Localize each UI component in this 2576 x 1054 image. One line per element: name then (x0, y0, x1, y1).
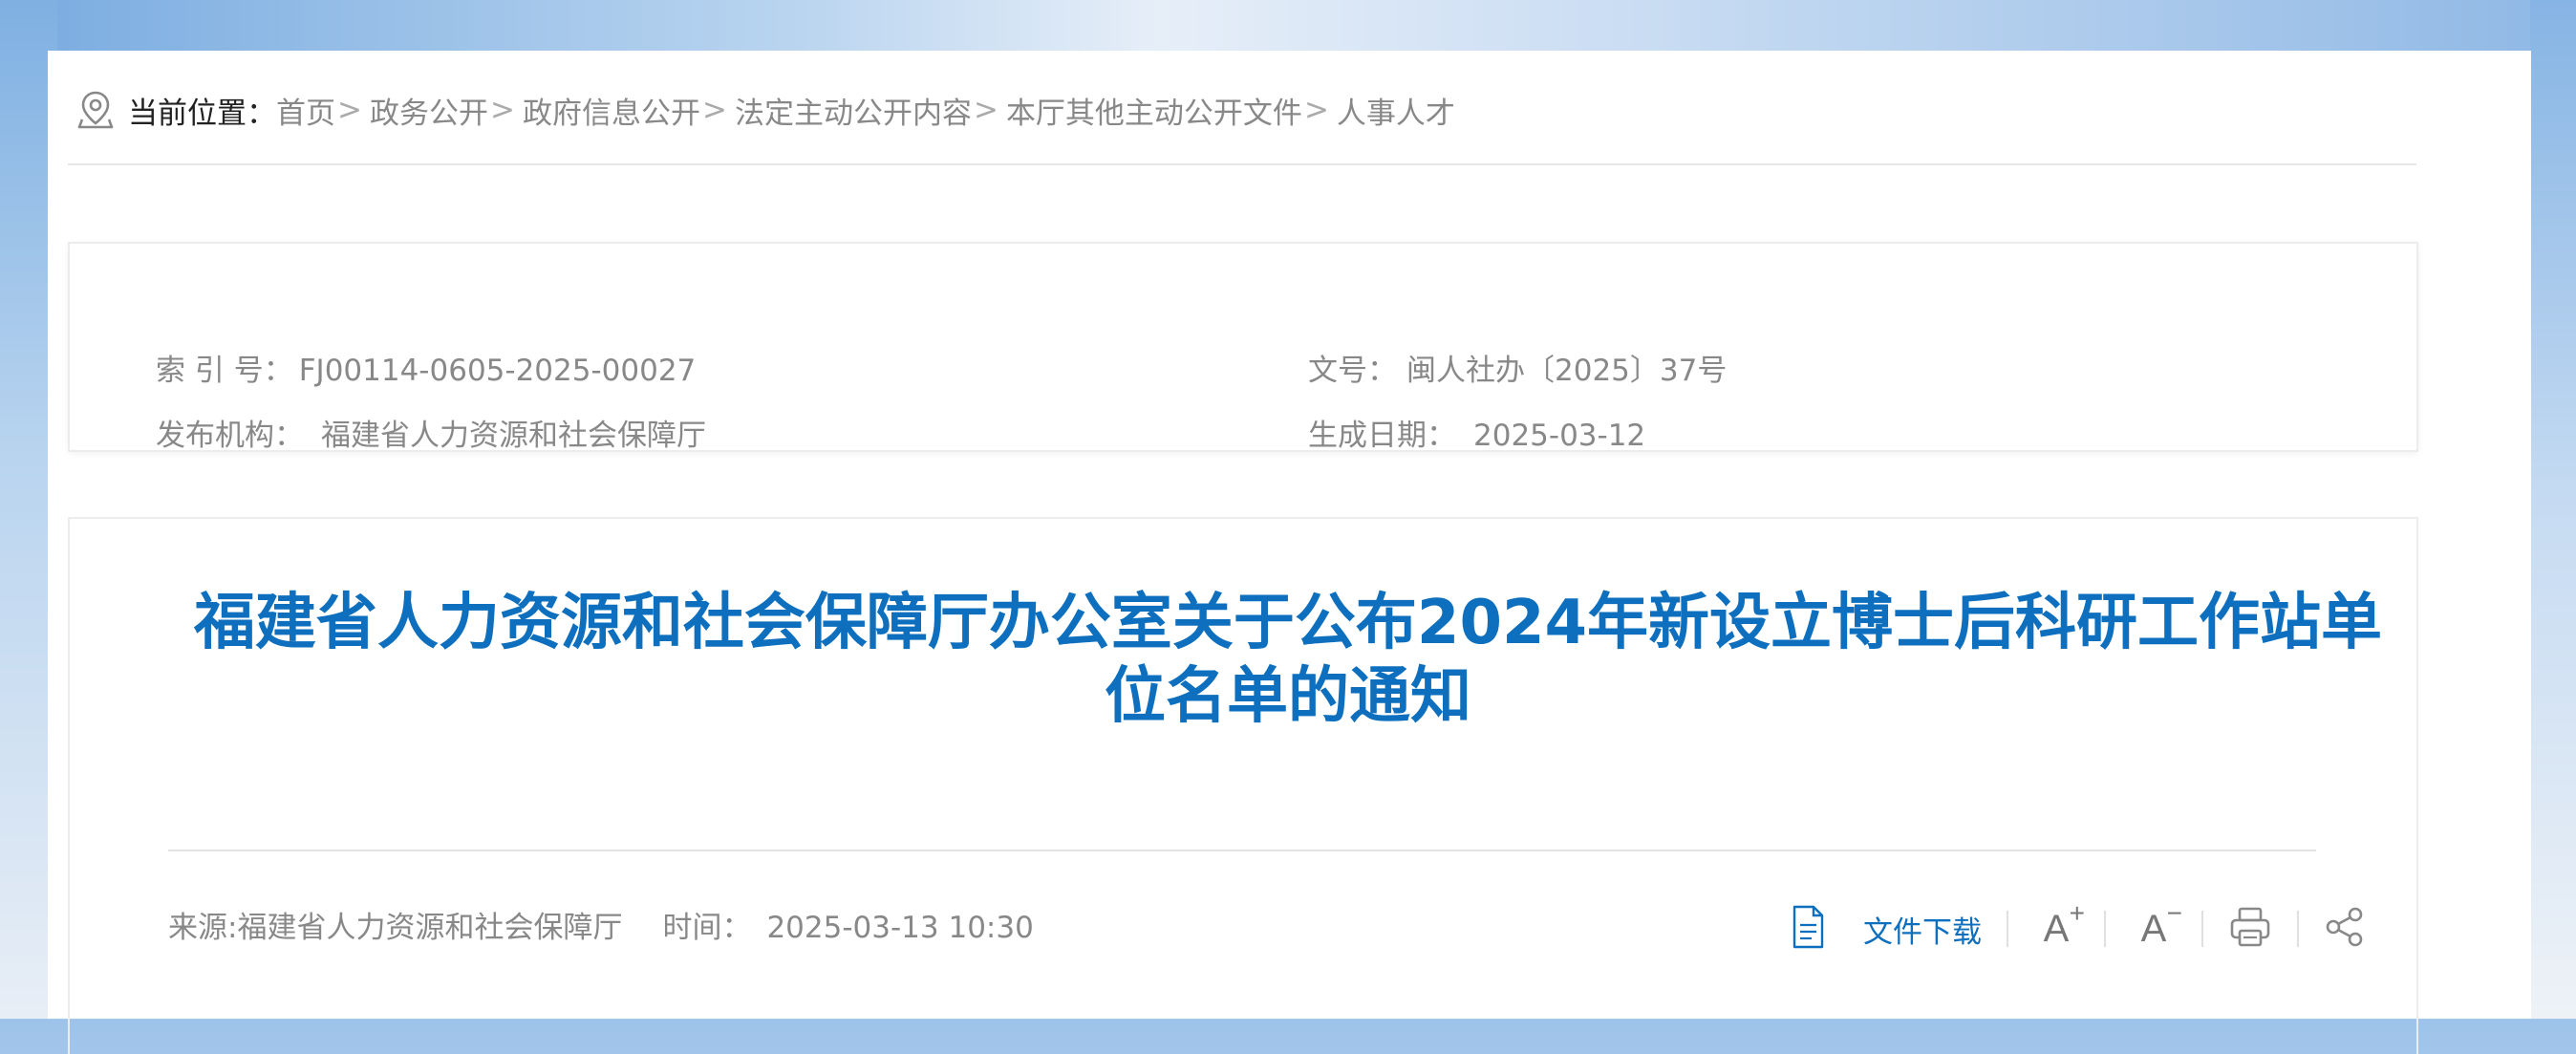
breadcrumb: 当前位置： 首页 > 政务公开 > 政府信息公开 > 法定主动公开内容 > 本厅… (76, 86, 1455, 134)
article-title-line-2: 位名单的通知 (1105, 661, 1471, 732)
index-number-row: 索 引 号： FJ00114-0605-2025-00027 (156, 346, 696, 389)
publisher-label: 发布机构： (156, 419, 304, 453)
background-sky-top (0, 0, 2576, 57)
file-download-button[interactable]: 文件下载 (1789, 904, 1982, 954)
file-download-label: 文件下载 (1863, 914, 1982, 950)
share-icon (2324, 906, 2366, 952)
publisher-row: 发布机构： 福建省人力资源和社会保障厅 (156, 411, 706, 454)
font-increase-icon: A + (2043, 898, 2085, 950)
generated-date-row: 生成日期： 2025-03-12 (1308, 411, 1645, 454)
breadcrumb-item-government-affairs[interactable]: 政务公开 (370, 89, 488, 132)
index-number-label: 索 引 号： (156, 354, 293, 388)
publish-time-value: 2025-03-13 10:30 (766, 911, 1034, 945)
document-number-value: 闽人社办〔2025〕37号 (1406, 354, 1728, 388)
generated-date-value: 2025-03-12 (1473, 419, 1646, 453)
breadcrumb-item-home[interactable]: 首页 (276, 89, 335, 132)
breadcrumb-label: 当前位置： (128, 96, 276, 131)
breadcrumb-separator: > (701, 93, 727, 127)
print-button[interactable] (2228, 906, 2272, 952)
breadcrumb-item-gov-info-disclosure[interactable]: 政府信息公开 (523, 89, 700, 132)
breadcrumb-separator: > (973, 93, 998, 127)
font-decrease-button[interactable]: A − (2131, 898, 2182, 952)
font-increase-button[interactable]: A + (2033, 898, 2085, 952)
article-toolbar: 文件下载 A + A − (1789, 898, 2366, 959)
toolbar-divider (2297, 911, 2299, 947)
document-icon (1789, 904, 1827, 954)
breadcrumb-item-personnel[interactable]: 人事人才 (1337, 89, 1455, 132)
breadcrumb-item-statutory-disclosure[interactable]: 法定主动公开内容 (735, 89, 972, 132)
breadcrumb-separator: > (337, 93, 362, 127)
article-source: 来源:福建省人力资源和社会保障厅 (168, 911, 623, 945)
document-number-label: 文号： (1308, 354, 1397, 388)
article-title: 福建省人力资源和社会保障厅办公室关于公布2024年新设立博士后科研工作站单 位名… (0, 587, 2576, 734)
toolbar-divider (2007, 911, 2008, 947)
print-icon (2228, 906, 2272, 952)
title-divider (168, 850, 2316, 851)
background-sky-right (2530, 0, 2576, 1019)
location-pin-icon (76, 89, 115, 131)
breadcrumb-divider (68, 163, 2416, 165)
generated-date-label: 生成日期： (1308, 419, 1456, 453)
document-number-row: 文号： 闽人社办〔2025〕37号 (1308, 346, 1727, 389)
breadcrumb-item-other-documents[interactable]: 本厅其他主动公开文件 (1006, 89, 1302, 132)
breadcrumb-separator: > (1303, 93, 1329, 127)
toolbar-divider (2201, 911, 2203, 947)
publish-time-label: 时间： (662, 911, 752, 945)
toolbar-divider (2104, 911, 2106, 947)
share-button[interactable] (2324, 906, 2366, 952)
publisher-value: 福建省人力资源和社会保障厅 (321, 419, 706, 453)
breadcrumb-separator: > (489, 93, 515, 127)
article-title-line-1: 福建省人力资源和社会保障厅办公室关于公布2024年新设立博士后科研工作站单 (193, 588, 2383, 658)
article-source-info: 来源:福建省人力资源和社会保障厅 时间： 2025-03-13 10:30 (168, 903, 1034, 946)
font-decrease-icon: A − (2140, 898, 2182, 950)
index-number-value: FJ00114-0605-2025-00027 (298, 354, 697, 388)
